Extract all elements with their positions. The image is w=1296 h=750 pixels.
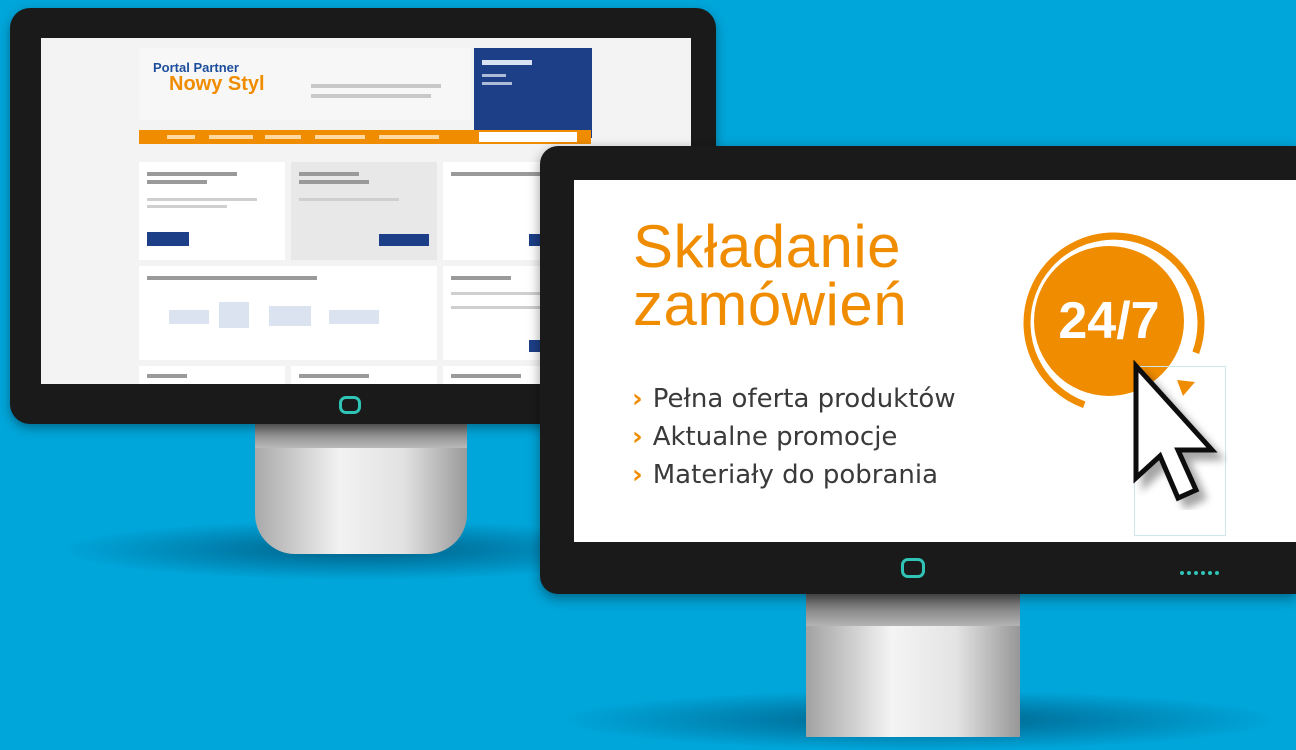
portal-search-input[interactable] bbox=[479, 132, 577, 142]
portal-card-welcome bbox=[139, 162, 285, 260]
headline-line-1: Składanie bbox=[633, 213, 902, 280]
portal-card-promotions bbox=[139, 266, 437, 360]
headline: Składanie zamówień bbox=[633, 217, 907, 335]
back-monitor-stand-neck bbox=[255, 424, 467, 448]
chevron-right-icon: › bbox=[632, 422, 643, 452]
portal-tagline bbox=[311, 94, 431, 98]
chevron-right-icon: › bbox=[632, 460, 643, 490]
list-item: › Aktualne promocje bbox=[632, 418, 956, 456]
list-item: › Materiały do pobrania bbox=[632, 456, 956, 494]
headline-line-2: zamówień bbox=[633, 271, 908, 338]
badge-text: 24/7 bbox=[1058, 292, 1160, 350]
portal-card-row3 bbox=[291, 366, 437, 384]
feature-label: Aktualne promocje bbox=[652, 422, 898, 452]
power-button-icon bbox=[339, 396, 361, 414]
portal-brand-subtitle: Nowy Styl bbox=[169, 73, 265, 95]
feature-label: Pełna oferta produktów bbox=[652, 384, 956, 414]
feature-label: Materiały do pobrania bbox=[652, 460, 939, 490]
list-item: › Pełna oferta produktów bbox=[632, 380, 956, 418]
cursor-icon bbox=[1133, 360, 1218, 502]
portal-card-order bbox=[291, 162, 437, 260]
portal-user-panel[interactable] bbox=[474, 48, 592, 138]
status-leds bbox=[1180, 571, 1219, 575]
portal-tagline bbox=[311, 84, 441, 88]
feature-list: › Pełna oferta produktów › Aktualne promoc… bbox=[632, 380, 956, 494]
portal-card-row3 bbox=[139, 366, 285, 384]
front-monitor-stand-neck bbox=[806, 594, 1020, 626]
chevron-right-icon: › bbox=[632, 384, 643, 414]
power-button-icon bbox=[901, 558, 925, 578]
